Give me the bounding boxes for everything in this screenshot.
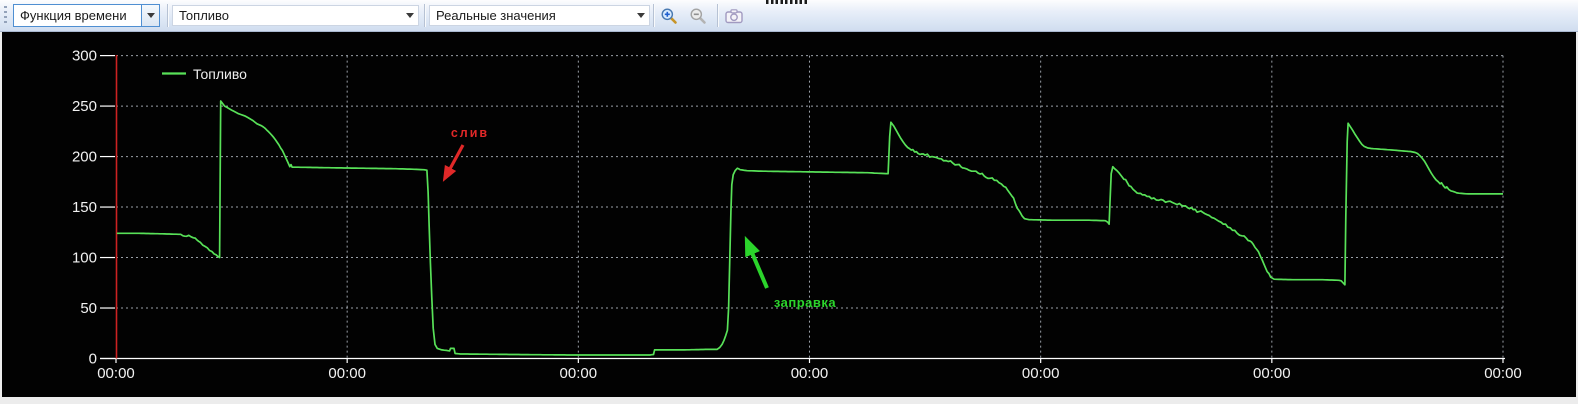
- toolbar-separator: [653, 4, 655, 27]
- annotation-label: слив: [451, 126, 489, 140]
- chevron-down-icon[interactable]: [633, 6, 649, 25]
- annotation-label: заправка: [774, 295, 837, 310]
- fuel-time-plot[interactable]: 0 50 100 150 200 250 300 00:00 00:00 00:00 00:00 00…: [2, 32, 1576, 397]
- x-axis-label: 00:00: [560, 365, 598, 382]
- zoom-out-button[interactable]: [685, 4, 710, 27]
- toolbar: Функция времени Топливо Реальные значени…: [0, 0, 1578, 32]
- annotation-drain: слив: [445, 126, 489, 178]
- y-axis-label: 300: [72, 48, 97, 65]
- values-mode-combobox-value: Реальные значения: [430, 8, 633, 23]
- camera-icon: [724, 7, 744, 25]
- x-axis-label: 00:00: [328, 365, 366, 382]
- zoom-in-button[interactable]: [656, 4, 681, 27]
- y-axis-label: 0: [89, 351, 97, 368]
- snapshot-button[interactable]: [721, 4, 746, 27]
- function-combobox[interactable]: Функция времени: [13, 4, 160, 27]
- toolbar-separator: [424, 4, 426, 27]
- dock-dots-icon: [766, 0, 808, 4]
- axes: 0 50 100 150 200 250 300 00:00 00:00 00:00 00:00 00…: [72, 48, 1522, 382]
- legend-label: Топливо: [193, 66, 247, 82]
- annotation-refuel: заправка: [747, 241, 836, 310]
- values-mode-combobox[interactable]: Реальные значения: [429, 5, 650, 26]
- toolbar-separator: [717, 4, 719, 27]
- x-axis-label: 00:00: [791, 365, 829, 382]
- y-axis-label: 250: [72, 98, 97, 115]
- magnifier-plus-icon: [660, 7, 678, 25]
- toolbar-separator: [167, 4, 169, 27]
- chevron-down-icon[interactable]: [402, 6, 418, 25]
- x-axis-label: 00:00: [1022, 365, 1060, 382]
- chart-area[interactable]: 0 50 100 150 200 250 300 00:00 00:00 00:00 00:00 00…: [2, 32, 1576, 397]
- chevron-down-icon[interactable]: [141, 5, 159, 26]
- series-combobox-value: Топливо: [173, 8, 402, 23]
- y-axis-label: 200: [72, 149, 97, 166]
- x-axis-label: 00:00: [1484, 365, 1522, 382]
- y-axis-label: 100: [72, 250, 97, 267]
- toolbar-grip-handle[interactable]: [4, 6, 7, 26]
- app-window: Функция времени Топливо Реальные значени…: [0, 0, 1578, 404]
- grid: [116, 56, 1503, 359]
- legend: Топливо: [162, 66, 247, 82]
- series-combobox[interactable]: Топливо: [172, 5, 419, 26]
- x-axis-label: 00:00: [1253, 365, 1291, 382]
- x-axis-label: 00:00: [97, 365, 135, 382]
- function-combobox-value: Функция времени: [14, 8, 141, 23]
- y-axis-label: 150: [72, 199, 97, 216]
- magnifier-minus-icon: [689, 7, 707, 25]
- y-axis-label: 50: [80, 300, 97, 317]
